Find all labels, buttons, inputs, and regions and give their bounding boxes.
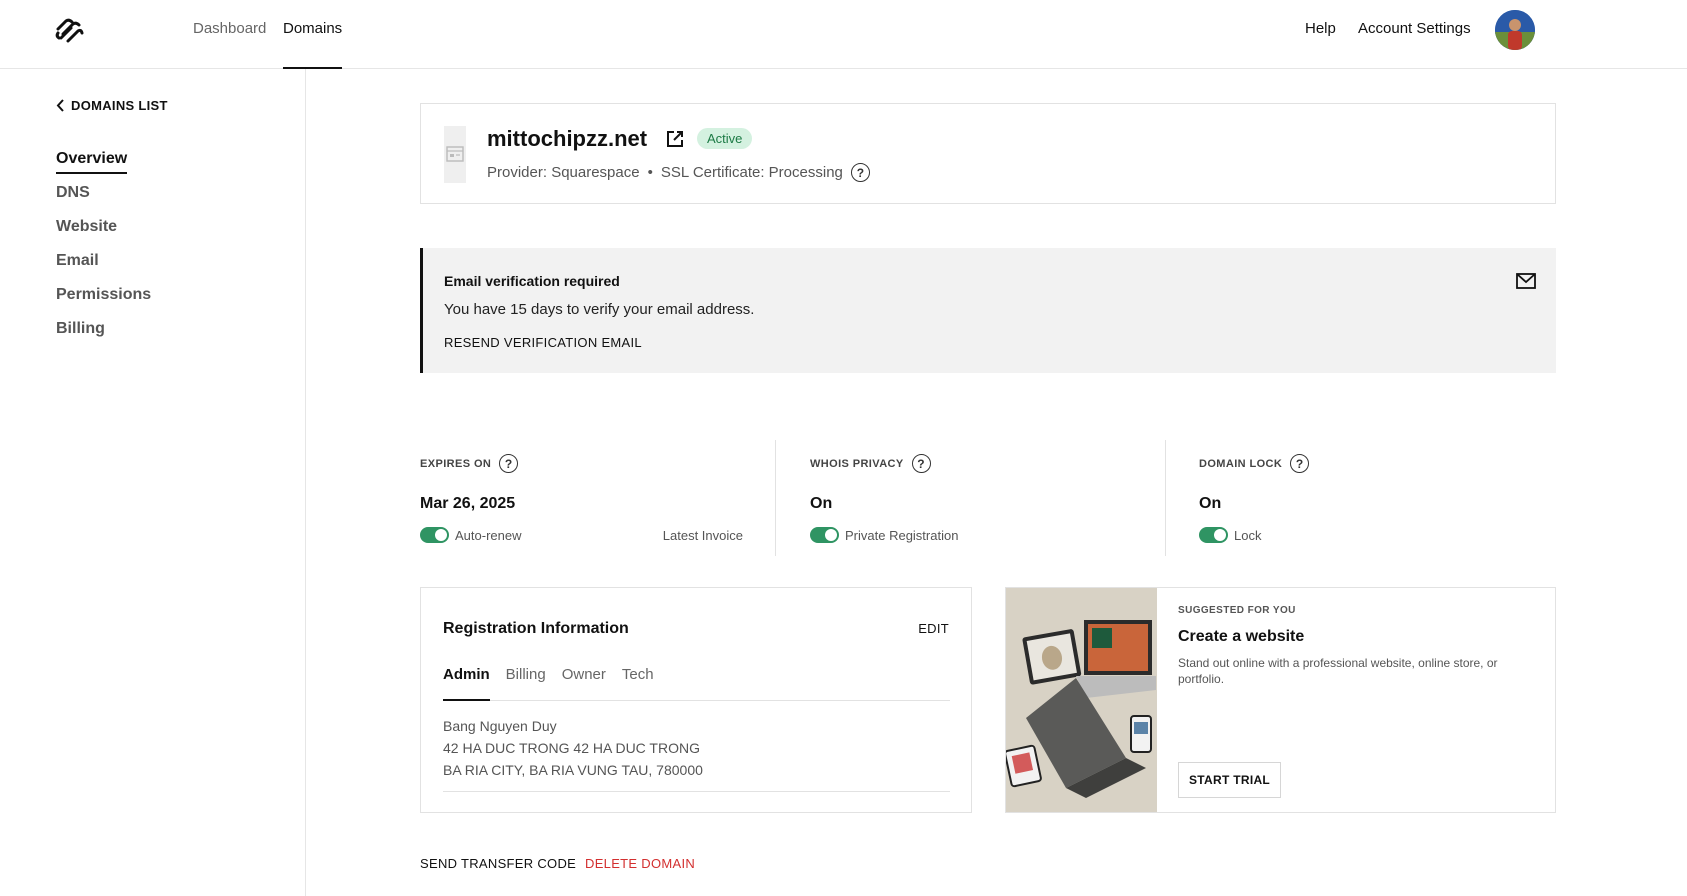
- contact-address-line2: BA RIA CITY, BA RIA VUNG TAU, 780000: [443, 762, 703, 778]
- auto-renew-row: Auto-renew: [420, 527, 521, 543]
- whois-privacy-value: On: [810, 495, 833, 512]
- status-badge: Active: [697, 128, 753, 149]
- email-verification-banner: Email verification required You have 15 …: [420, 248, 1556, 373]
- nav-dashboard[interactable]: Dashboard: [193, 20, 266, 69]
- tab-admin[interactable]: Admin: [443, 666, 490, 701]
- external-link-icon[interactable]: [666, 130, 684, 148]
- devices-illustration-icon: [1006, 588, 1157, 812]
- sidebar-item-email[interactable]: Email: [56, 252, 151, 271]
- account-settings-link[interactable]: Account Settings: [1358, 20, 1471, 37]
- lock-label: Lock: [1234, 527, 1262, 543]
- tab-billing[interactable]: Billing: [506, 666, 546, 701]
- expires-on-section: EXPIRES ON ? Mar 26, 2025 Auto-renew Lat…: [420, 440, 776, 556]
- domain-lock-value: On: [1199, 495, 1222, 512]
- help-circle-icon[interactable]: ?: [499, 454, 519, 473]
- back-label: DOMAINS LIST: [71, 98, 168, 113]
- latest-invoice-link[interactable]: Latest Invoice: [663, 528, 743, 543]
- start-trial-button[interactable]: START TRIAL: [1178, 762, 1282, 798]
- nav-domains[interactable]: Domains: [283, 20, 343, 69]
- meta-separator: •: [647, 164, 653, 181]
- expires-on-label-row: EXPIRES ON ?: [420, 454, 519, 473]
- chevron-left-icon: [56, 99, 64, 112]
- auto-renew-toggle[interactable]: [420, 527, 449, 543]
- registration-contact: Bang Nguyen Duy 42 HA DUC TRONG 42 HA DU…: [443, 715, 950, 792]
- help-circle-icon[interactable]: ?: [1290, 454, 1310, 473]
- send-transfer-code-button[interactable]: SEND TRANSFER CODE: [420, 856, 576, 871]
- help-circle-icon[interactable]: ?: [911, 454, 931, 473]
- sidebar-item-overview[interactable]: Overview: [56, 150, 128, 174]
- avatar[interactable]: [1495, 10, 1535, 50]
- domain-name: mittochipzz.net: [487, 126, 648, 151]
- resend-verification-button[interactable]: RESEND VERIFICATION EMAIL: [444, 335, 642, 350]
- avatar-image-icon: [1495, 10, 1535, 50]
- whois-privacy-label: WHOIS PRIVACY: [810, 457, 904, 470]
- suggestion-title: Create a website: [1178, 628, 1305, 645]
- help-circle-icon[interactable]: ?: [850, 163, 870, 182]
- ssl-status-text: SSL Certificate: Processing: [660, 164, 843, 181]
- delete-domain-button[interactable]: DELETE DOMAIN: [585, 856, 695, 871]
- website-placeholder-icon: [446, 146, 464, 162]
- sidebar: DOMAINS LIST Overview DNS Website Email …: [0, 69, 306, 896]
- verification-title: Email verification required: [444, 273, 620, 289]
- domains-list-back-link[interactable]: DOMAINS LIST: [56, 98, 168, 113]
- lock-row: Lock: [1199, 527, 1261, 543]
- domain-lock-label-row: DOMAIN LOCK ?: [1199, 454, 1310, 473]
- domain-lock-section: DOMAIN LOCK ? On Lock: [1199, 440, 1555, 556]
- suggestion-description: Stand out online with a professional web…: [1178, 656, 1498, 686]
- registration-title: Registration Information: [443, 620, 629, 637]
- provider-text: Provider: Squarespace: [487, 164, 640, 181]
- domain-thumbnail: [444, 126, 466, 183]
- registration-tabs: Admin Billing Owner Tech: [443, 666, 950, 701]
- tab-owner[interactable]: Owner: [562, 666, 606, 701]
- private-registration-toggle[interactable]: [810, 527, 839, 543]
- domain-header-card: mittochipzz.net Active Provider: Squares…: [420, 103, 1556, 204]
- contact-name: Bang Nguyen Duy: [443, 718, 557, 734]
- private-registration-row: Private Registration: [810, 527, 958, 543]
- private-registration-label: Private Registration: [845, 527, 959, 543]
- sidebar-item-permissions[interactable]: Permissions: [56, 286, 151, 305]
- auto-renew-label: Auto-renew: [455, 527, 522, 543]
- suggestion-image: [1006, 588, 1157, 812]
- domain-lock-label: DOMAIN LOCK: [1199, 457, 1283, 470]
- expiry-date: Mar 26, 2025: [420, 495, 516, 512]
- verification-message: You have 15 days to verify your email ad…: [444, 301, 755, 318]
- sidebar-item-dns[interactable]: DNS: [56, 184, 151, 203]
- registration-info-card: Registration Information EDIT Admin Bill…: [420, 587, 972, 813]
- whois-privacy-section: WHOIS PRIVACY ? On Private Registration: [810, 440, 1166, 556]
- squarespace-logo-icon[interactable]: [54, 17, 86, 45]
- mail-icon: [1516, 273, 1536, 289]
- tab-tech[interactable]: Tech: [622, 666, 654, 701]
- top-navigation: Dashboard Domains Help Account Settings: [0, 0, 1687, 69]
- contact-address-line1: 42 HA DUC TRONG 42 HA DUC TRONG: [443, 740, 700, 756]
- sidebar-nav: Overview DNS Website Email Permissions B…: [56, 150, 151, 354]
- edit-registration-button[interactable]: EDIT: [918, 621, 949, 636]
- expires-on-label: EXPIRES ON: [420, 457, 492, 470]
- domain-meta: Provider: Squarespace • SSL Certificate:…: [487, 163, 870, 182]
- suggested-kicker: SUGGESTED FOR YOU: [1178, 605, 1296, 616]
- whois-privacy-label-row: WHOIS PRIVACY ?: [810, 454, 931, 473]
- sidebar-item-billing[interactable]: Billing: [56, 320, 151, 339]
- sidebar-item-website[interactable]: Website: [56, 218, 151, 237]
- lock-toggle[interactable]: [1199, 527, 1228, 543]
- help-link[interactable]: Help: [1305, 20, 1336, 37]
- suggested-card: SUGGESTED FOR YOU Create a website Stand…: [1005, 587, 1556, 813]
